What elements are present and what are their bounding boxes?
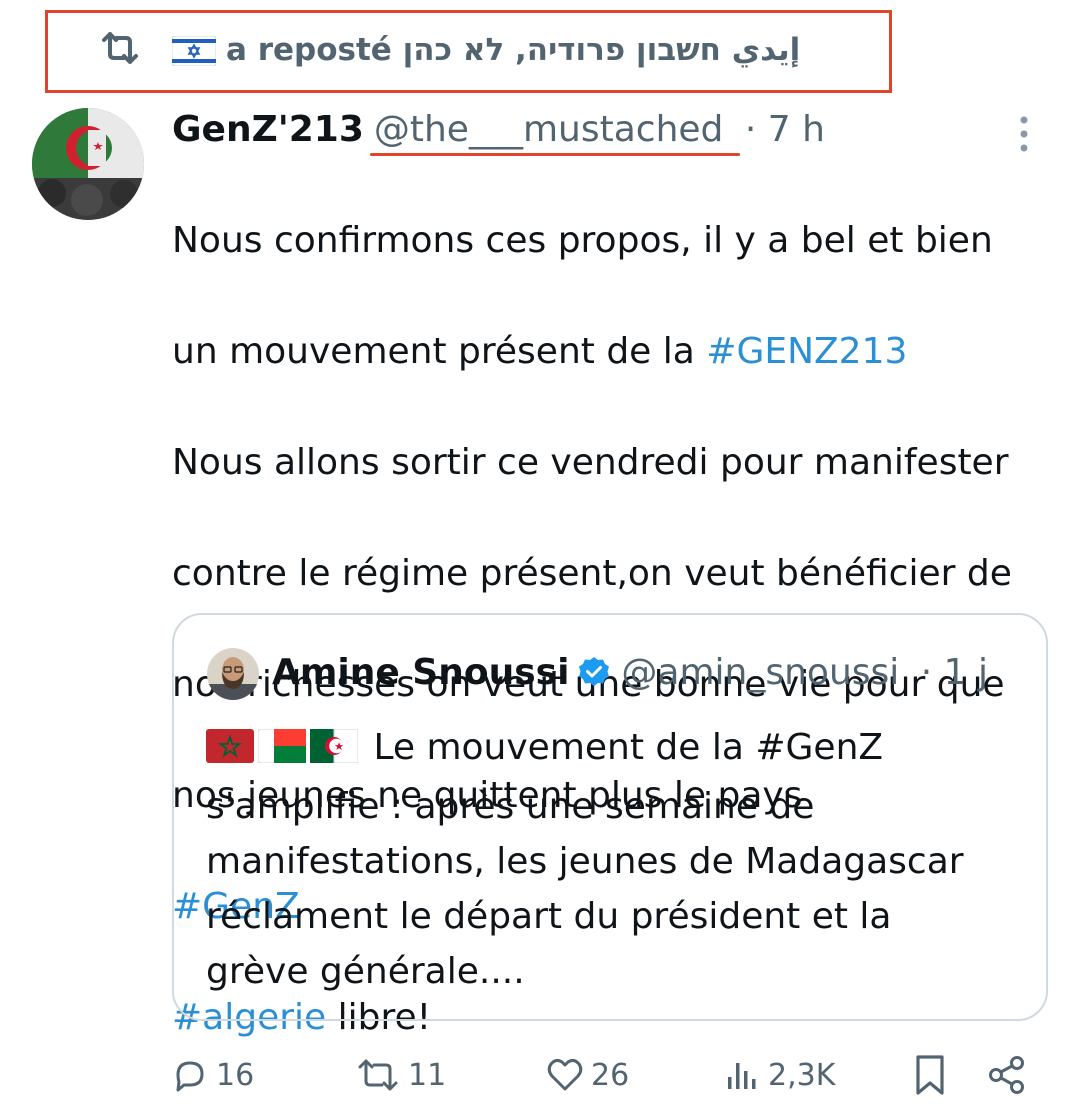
tweet-line: un mouvement présent de la #GENZ213 [172,324,1062,380]
quote-line: Le mouvement de la #GenZ [206,720,1036,779]
quote-text: Le mouvement de la #GenZ s'amplifie : ap… [206,720,1036,999]
more-vertical-icon[interactable] [1014,112,1034,156]
reply-button[interactable]: 16 [170,1050,254,1100]
quote-line: manifestations, les jeunes de Madagascar [206,841,964,882]
views-count: 2,3K [768,1057,836,1093]
tweet-line: contre le régime présent,on veut bénéfic… [172,552,1012,594]
repost-button[interactable]: 11 [354,1050,446,1100]
avatar[interactable] [32,108,144,220]
bookmark-button[interactable] [910,1050,956,1100]
tweet-author-line: GenZ'213 @the___mustached · 7 h [172,106,825,154]
handle-underline-mark [370,153,740,156]
quote-line: s'amplifie : après une semaine de [206,786,815,827]
tweet-action-bar: 16 11 26 2,3K [170,1050,1050,1100]
repost-icon [102,32,138,64]
quote-author-handle[interactable]: @amin_snoussi [621,652,899,693]
tweet-line: Nous confirmons ces propos, il y a bel e… [172,219,993,261]
like-count: 26 [591,1057,630,1093]
quote-timestamp[interactable]: · 1 j [921,652,988,693]
repost-verb: a reposté [226,32,392,68]
quote-avatar[interactable] [207,648,259,700]
quote-line-text: Le mouvement de la #GenZ [362,727,884,768]
flag-group [206,724,362,779]
israel-flag-icon [172,36,216,66]
views-chart-icon [728,1063,756,1089]
heart-icon [547,1058,583,1091]
tweet-line: Nous allons sortir ce vendredi pour mani… [172,441,1009,483]
verified-badge-icon [579,657,610,686]
madagascar-flag-icon [257,728,307,764]
share-button[interactable] [986,1050,1034,1100]
author-name[interactable]: GenZ'213 [172,109,364,150]
reposter-name[interactable]: إيدي חשבון פרודיה, לא כהן [403,32,801,68]
bookmark-icon [916,1055,944,1095]
repost-label[interactable]: a reposté إيدي חשבון פרודיה, לא כהן [226,30,800,70]
share-icon [989,1056,1024,1094]
hashtag-link[interactable]: #GENZ213 [706,331,907,372]
repost-icon [358,1059,398,1091]
quote-line: réclament le départ du président et la [206,896,892,937]
author-handle[interactable]: @the___mustached [374,109,724,150]
like-button[interactable]: 26 [545,1050,629,1100]
views-button[interactable]: 2,3K [722,1050,835,1100]
reply-count: 16 [216,1057,255,1093]
morocco-flag-icon [206,729,254,763]
quote-author-name[interactable]: Amine Snoussi [272,652,569,693]
tweet-line-text: un mouvement présent de la [172,330,707,372]
quoted-tweet-card[interactable]: Amine Snoussi @amin_snoussi · 1 j Le mou… [172,613,1048,1021]
reply-icon [176,1061,204,1092]
tweet-timestamp[interactable]: · 7 h [745,109,825,150]
quote-author-line: Amine Snoussi @amin_snoussi · 1 j [272,649,988,697]
quote-line: grève générale.... [206,951,525,992]
algeria-flag-icon [310,728,359,764]
repost-count: 11 [408,1057,447,1093]
